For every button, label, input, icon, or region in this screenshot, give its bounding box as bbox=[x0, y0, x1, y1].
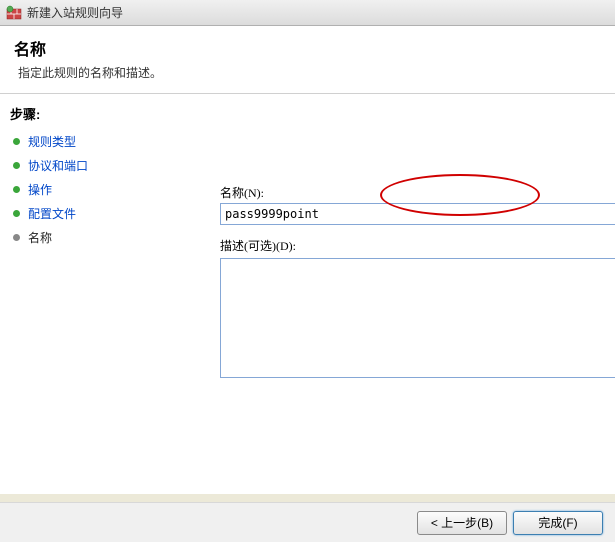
steps-heading: 步骤: bbox=[10, 104, 170, 123]
step-action[interactable]: 操作 bbox=[10, 181, 170, 198]
step-rule-type[interactable]: 规则类型 bbox=[10, 133, 170, 150]
wizard-header: 名称 指定此规则的名称和描述。 bbox=[0, 26, 615, 94]
step-name[interactable]: 名称 bbox=[10, 229, 170, 246]
step-label: 规则类型 bbox=[28, 133, 76, 150]
bullet-icon bbox=[13, 162, 20, 169]
wizard-footer: < 上一步(B) 完成(F) bbox=[0, 502, 615, 542]
name-input[interactable] bbox=[220, 203, 615, 225]
firewall-icon bbox=[6, 5, 22, 21]
step-label: 协议和端口 bbox=[28, 157, 88, 174]
window-title: 新建入站规则向导 bbox=[27, 4, 123, 21]
bullet-icon bbox=[13, 234, 20, 241]
step-protocol-port[interactable]: 协议和端口 bbox=[10, 157, 170, 174]
page-subtitle: 指定此规则的名称和描述。 bbox=[18, 64, 601, 81]
bullet-icon bbox=[13, 210, 20, 217]
name-label: 名称(N): bbox=[220, 184, 615, 201]
description-field-group: 描述(可选)(D): bbox=[220, 237, 615, 381]
page-title: 名称 bbox=[14, 36, 601, 60]
description-textarea[interactable] bbox=[220, 258, 615, 378]
step-label: 操作 bbox=[28, 181, 52, 198]
finish-button[interactable]: 完成(F) bbox=[513, 511, 603, 535]
wizard-body: 步骤: 规则类型 协议和端口 操作 配置文件 名称 名称(N): 描述(可选) bbox=[0, 94, 615, 494]
step-label: 配置文件 bbox=[28, 205, 76, 222]
step-label: 名称 bbox=[28, 229, 52, 246]
bullet-icon bbox=[13, 186, 20, 193]
titlebar: 新建入站规则向导 bbox=[0, 0, 615, 26]
steps-sidebar: 步骤: 规则类型 协议和端口 操作 配置文件 名称 bbox=[0, 94, 180, 494]
bullet-icon bbox=[13, 138, 20, 145]
name-field-group: 名称(N): bbox=[220, 184, 615, 225]
back-button[interactable]: < 上一步(B) bbox=[417, 511, 507, 535]
description-label: 描述(可选)(D): bbox=[220, 237, 615, 254]
step-profile[interactable]: 配置文件 bbox=[10, 205, 170, 222]
main-content: 名称(N): 描述(可选)(D): bbox=[180, 94, 615, 494]
